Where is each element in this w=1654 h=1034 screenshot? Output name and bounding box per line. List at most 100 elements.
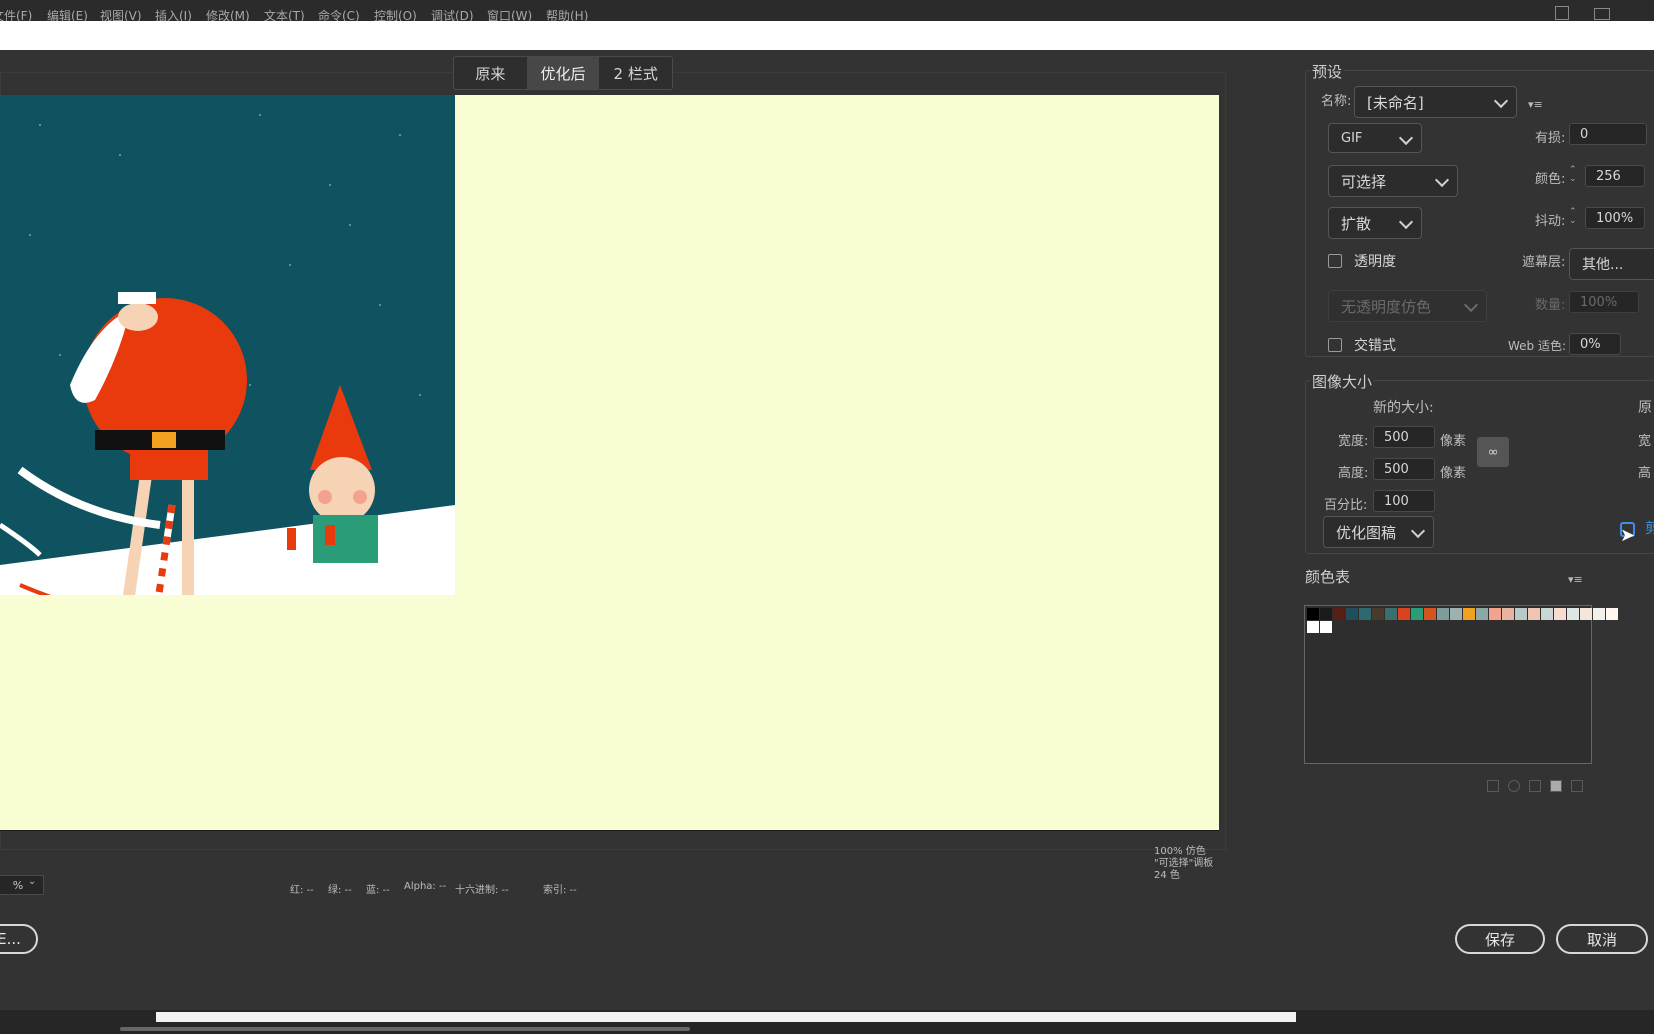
color-swatch[interactable] xyxy=(1476,608,1488,620)
height-label: 高度: xyxy=(1338,466,1369,481)
chevron-down-icon xyxy=(1493,93,1509,109)
share-icon[interactable] xyxy=(1555,6,1569,20)
percent-label: 百分比: xyxy=(1324,498,1368,513)
transparency-dither-dropdown[interactable]: 无透明度仿色 xyxy=(1328,290,1487,322)
original-height-label: 高 xyxy=(1638,466,1652,481)
timeline-bar xyxy=(156,1012,1296,1022)
amount-input[interactable]: 100% xyxy=(1569,291,1639,313)
colors-input[interactable]: 256 xyxy=(1585,165,1645,187)
color-swatch[interactable] xyxy=(1489,608,1501,620)
transparency-dither-value: 无透明度仿色 xyxy=(1341,297,1432,316)
width-label: 宽度: xyxy=(1338,434,1369,449)
image-size-section-title: 图像大小 xyxy=(1310,371,1375,392)
mouse-cursor-icon: ➤ xyxy=(1620,525,1636,546)
tab-optimized[interactable]: 优化后 xyxy=(526,57,600,89)
status-blue: 蓝: -- xyxy=(366,885,390,896)
color-swatch[interactable] xyxy=(1398,608,1410,620)
matte-label: 遮幕层: xyxy=(1522,255,1566,270)
height-input[interactable]: 500 xyxy=(1373,458,1435,480)
resample-quality-dropdown[interactable]: 优化图稿 xyxy=(1323,516,1434,548)
color-swatch[interactable] xyxy=(1606,608,1618,620)
web-snap-input[interactable]: 0% xyxy=(1569,333,1621,355)
transparency-checkbox[interactable] xyxy=(1328,254,1342,268)
color-swatch[interactable] xyxy=(1450,608,1462,620)
color-swatch[interactable] xyxy=(1424,608,1436,620)
clip-label: 剪 xyxy=(1645,521,1654,537)
color-swatch[interactable] xyxy=(1515,608,1527,620)
dither-stepper-icon[interactable]: ⌃ ⌄ xyxy=(1569,208,1577,226)
color-swatch[interactable] xyxy=(1320,621,1332,633)
cancel-button[interactable]: 取消 xyxy=(1556,924,1648,954)
file-format-dropdown[interactable]: GIF xyxy=(1328,123,1422,153)
color-swatch[interactable] xyxy=(1411,608,1423,620)
lossy-label: 有损: xyxy=(1535,131,1566,146)
dither-type-dropdown[interactable]: 扩散 xyxy=(1328,207,1422,239)
status-red: 红: -- xyxy=(290,885,314,896)
palette-dropdown[interactable]: 可选择 xyxy=(1328,165,1458,197)
preset-name-label: 名称: xyxy=(1321,94,1352,109)
save-button[interactable]: 保存 xyxy=(1455,924,1545,954)
color-swatch[interactable] xyxy=(1567,608,1579,620)
color-swatch[interactable] xyxy=(1307,608,1319,620)
horizontal-scrollbar[interactable] xyxy=(120,1027,690,1031)
color-swatch[interactable] xyxy=(1385,608,1397,620)
new-color-icon[interactable] xyxy=(1550,780,1562,792)
dither-input[interactable]: 100% xyxy=(1585,207,1645,229)
snap-web-icon[interactable] xyxy=(1508,780,1520,792)
lock-color-icon[interactable] xyxy=(1529,780,1541,792)
width-unit: 像素 xyxy=(1440,434,1467,449)
preset-name-dropdown[interactable]: [未命名] xyxy=(1354,86,1517,118)
color-table-grid[interactable] xyxy=(1304,605,1618,764)
interlaced-checkbox[interactable] xyxy=(1328,338,1342,352)
artwork-image xyxy=(0,95,455,595)
color-swatch[interactable] xyxy=(1359,608,1371,620)
tab-original[interactable]: 原来 xyxy=(454,57,527,89)
color-swatch[interactable] xyxy=(1346,608,1358,620)
color-swatch[interactable] xyxy=(1580,608,1592,620)
matte-value: 其他... xyxy=(1582,257,1624,273)
menu-bar: 文件(F) 编辑(E) 视图(V) 插入(I) 修改(M) 文本(T) 命令(C… xyxy=(0,0,1654,23)
tab-2-up[interactable]: 2 栏式 xyxy=(599,57,672,89)
color-swatch[interactable] xyxy=(1593,608,1605,620)
original-size-label: 原 xyxy=(1638,400,1652,416)
color-swatch[interactable] xyxy=(1554,608,1566,620)
color-swatch[interactable] xyxy=(1333,608,1345,620)
resample-quality-value: 优化图稿 xyxy=(1336,523,1397,542)
color-table-options-icon[interactable]: ▾≡ xyxy=(1568,573,1583,586)
color-swatch[interactable] xyxy=(1307,621,1319,633)
color-swatch[interactable] xyxy=(1320,608,1332,620)
color-swatch[interactable] xyxy=(1463,608,1475,620)
status-green: 绿: -- xyxy=(328,885,352,896)
chevron-down-icon xyxy=(1434,172,1450,188)
status-alpha: Alpha: -- xyxy=(404,881,447,892)
color-swatch[interactable] xyxy=(1541,608,1553,620)
matte-dropdown[interactable]: 其他... xyxy=(1569,248,1654,280)
constrain-link-icon[interactable]: ∞ xyxy=(1477,437,1509,467)
colors-label: 颜色: xyxy=(1535,172,1566,187)
preset-section-title: 预设 xyxy=(1310,61,1345,82)
color-swatch[interactable] xyxy=(1437,608,1449,620)
dialog-title-bar xyxy=(0,21,1654,50)
new-size-label: 新的大小: xyxy=(1373,400,1434,416)
trash-icon[interactable] xyxy=(1571,780,1583,792)
preview-browser-button[interactable]: E... xyxy=(0,924,38,954)
zoom-dropdown-icon[interactable]: ⌄ xyxy=(28,876,36,887)
colors-stepper-icon[interactable]: ⌃ ⌄ xyxy=(1569,166,1577,184)
chevron-down-icon xyxy=(1398,130,1414,146)
color-swatch[interactable] xyxy=(1528,608,1540,620)
preset-name-value: [未命名] xyxy=(1367,93,1424,112)
lossy-input[interactable]: 0 xyxy=(1569,123,1647,145)
preset-options-icon[interactable]: ▾≡ xyxy=(1528,98,1543,111)
layout-icon[interactable] xyxy=(1594,8,1610,20)
percent-input[interactable]: 100 xyxy=(1373,490,1435,512)
color-swatch[interactable] xyxy=(1502,608,1514,620)
status-hex: 十六进制: -- xyxy=(455,885,509,896)
chevron-down-icon xyxy=(1410,523,1426,539)
info-colors: 24 色 xyxy=(1154,870,1180,881)
preview-canvas[interactable] xyxy=(0,95,1219,831)
width-input[interactable]: 500 xyxy=(1373,426,1435,448)
color-swatch[interactable] xyxy=(1372,608,1384,620)
web-shift-icon[interactable] xyxy=(1487,780,1499,792)
transparency-label: 透明度 xyxy=(1354,254,1396,270)
zoom-field[interactable]: % xyxy=(0,875,44,895)
